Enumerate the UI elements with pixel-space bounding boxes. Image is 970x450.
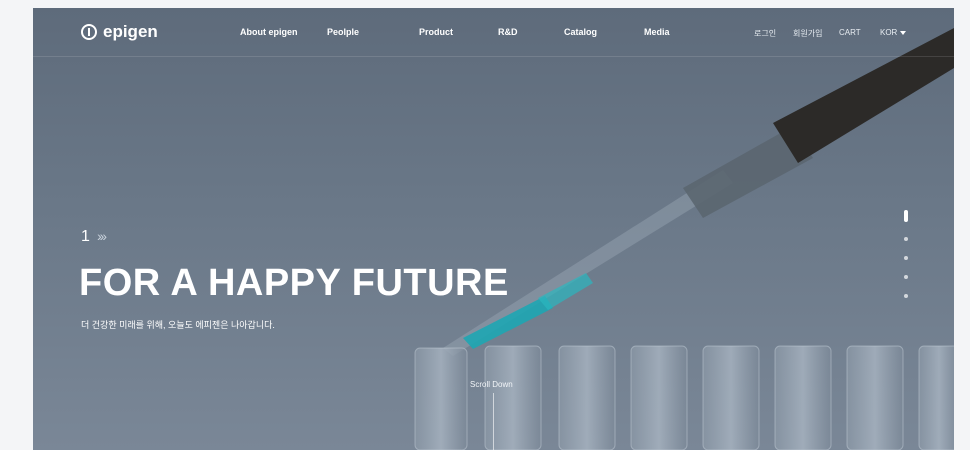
nav-product[interactable]: Product [419,27,453,37]
cart-link[interactable]: CART [839,28,861,37]
caret-down-icon [900,30,907,35]
top-navigation: epigen About epigen Peolple Product R&D … [33,8,954,57]
slide-pagination [901,210,913,310]
brand-logo[interactable]: epigen [81,22,158,42]
slide-number: 1 [81,228,90,245]
pagination-dot-2[interactable] [904,237,908,241]
chevrons-icon: ››› [97,228,107,244]
nav-media[interactable]: Media [644,27,670,37]
epigen-logo-icon [81,24,97,40]
nav-catalog[interactable]: Catalog [564,27,597,37]
nav-about[interactable]: About epigen [240,27,298,37]
signup-link[interactable]: 회원가입 [793,28,822,39]
language-selector[interactable]: KOR [880,28,907,37]
nav-people[interactable]: Peolple [327,27,359,37]
pagination-dot-1[interactable] [904,210,908,222]
nav-rd[interactable]: R&D [498,27,518,37]
hero-subtitle: 더 건강한 미래를 위해, 오늘도 에피젠은 나아갑니다. [81,320,275,330]
hero-banner: epigen About epigen Peolple Product R&D … [33,8,954,450]
pagination-dot-5[interactable] [904,294,908,298]
hero-title: FOR A HAPPY FUTURE [79,262,509,304]
scroll-indicator-line [493,393,494,450]
language-label: KOR [880,28,898,37]
pagination-dot-3[interactable] [904,256,908,260]
scroll-down-label[interactable]: Scroll Down [470,380,513,389]
login-link[interactable]: 로그인 [754,28,776,39]
pagination-dot-4[interactable] [904,275,908,279]
brand-name: epigen [103,22,158,41]
